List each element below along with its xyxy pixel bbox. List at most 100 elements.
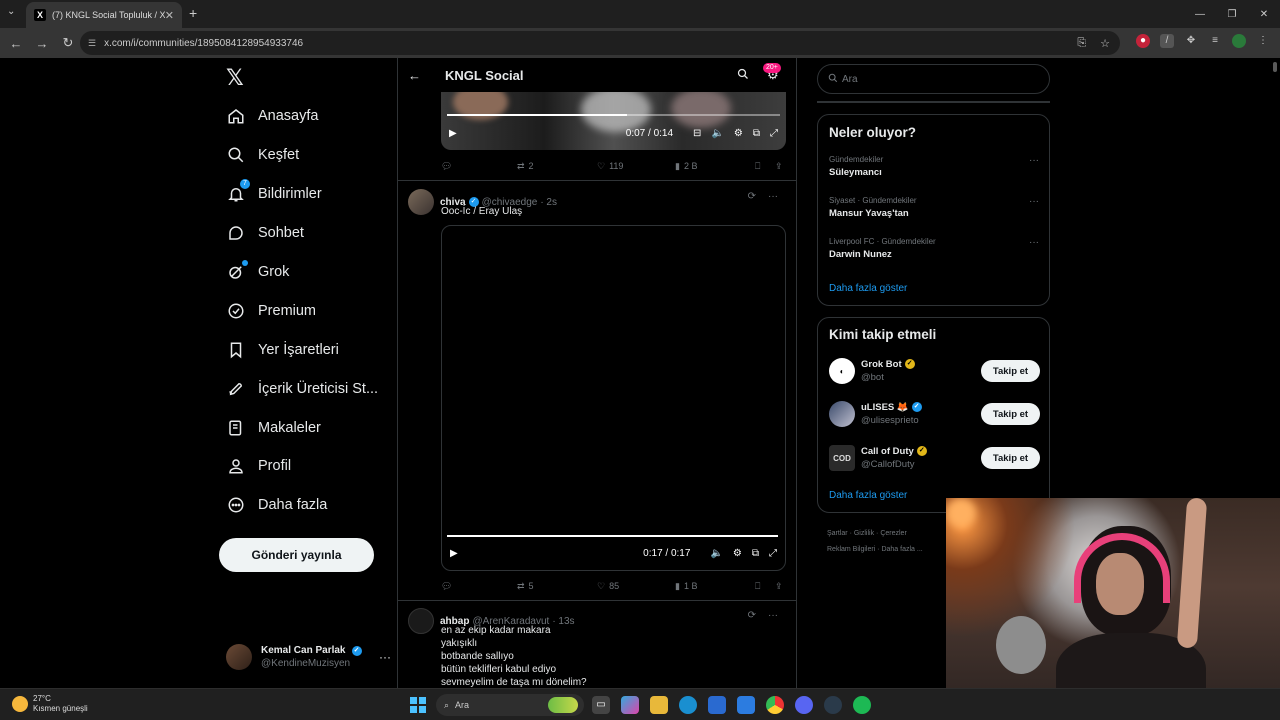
- more-icon[interactable]: ···: [768, 191, 778, 202]
- new-tab-icon[interactable]: +: [189, 5, 197, 21]
- footer-link[interactable]: Çerezler: [880, 530, 906, 537]
- like-button[interactable]: ♡ 119: [597, 161, 675, 172]
- video-progress-bar[interactable]: [447, 535, 778, 537]
- browser-tab[interactable]: X (7) KNGL Social Topluluk / X ✕: [26, 2, 182, 28]
- nav-profile[interactable]: Profil: [226, 451, 291, 481]
- more-icon[interactable]: ···: [1029, 155, 1039, 166]
- copilot-icon[interactable]: [621, 696, 639, 714]
- settings-icon[interactable]: ⚙: [733, 548, 742, 559]
- playlist-icon[interactable]: ≡: [1208, 34, 1222, 48]
- play-icon[interactable]: ▶: [450, 548, 464, 559]
- taskbar-search[interactable]: ⌕ Ara: [436, 694, 584, 716]
- trend-item[interactable]: Liverpool FC · Gündemdekiler Darwin Nune…: [829, 237, 1039, 260]
- views-button[interactable]: ▮ 1 B: [675, 581, 755, 592]
- mail-icon[interactable]: [737, 696, 755, 714]
- nav-bookmarks[interactable]: Yer İşaretleri: [226, 335, 339, 365]
- picture-in-picture-icon[interactable]: ⧉: [753, 128, 760, 139]
- footer-link[interactable]: Reklam Bilgileri: [827, 546, 875, 553]
- more-icon[interactable]: ···: [768, 610, 778, 621]
- steam-icon[interactable]: [824, 696, 842, 714]
- follow-suggestion[interactable]: COD Call of Duty ✓ @CallofDuty Takip et: [829, 443, 1040, 473]
- file-explorer-icon[interactable]: [650, 696, 668, 714]
- follow-button[interactable]: Takip et: [981, 403, 1040, 425]
- show-more-link[interactable]: Daha fazla göster: [829, 490, 907, 501]
- footer-link[interactable]: Şartlar: [827, 530, 848, 537]
- x-logo[interactable]: 𝕏: [226, 66, 244, 91]
- restore-icon[interactable]: ❐: [1216, 0, 1248, 28]
- reply-icon[interactable]: 💬︎: [441, 581, 517, 592]
- share-icon[interactable]: ⇪: [775, 581, 783, 592]
- grok-icon[interactable]: ⟳: [748, 191, 756, 202]
- search-input[interactable]: Ara: [817, 64, 1050, 94]
- account-switcher[interactable]: Kemal Can Parlak ✓ @KendineMuzisyen ···: [226, 642, 391, 672]
- minimize-icon[interactable]: —: [1184, 0, 1216, 28]
- follow-suggestion[interactable]: ◐ Grok Bot ✓ @bot Takip et: [829, 356, 1040, 386]
- menu-icon[interactable]: ⋮: [1256, 34, 1270, 48]
- trend-item[interactable]: Gündemdekiler Süleymancı ···: [829, 155, 1039, 178]
- volume-icon[interactable]: 🔈: [710, 548, 722, 559]
- reload-icon[interactable]: ↻: [56, 31, 80, 55]
- post-button[interactable]: Gönderi yayınla: [219, 538, 374, 572]
- profile-icon[interactable]: [1232, 34, 1246, 48]
- footer-link[interactable]: Gizlilik: [854, 530, 874, 537]
- more-icon[interactable]: ···: [379, 650, 391, 664]
- address-bar[interactable]: ☰ x.com/i/communities/189508412895493374…: [80, 31, 1120, 55]
- avatar[interactable]: [408, 608, 434, 634]
- site-info-icon[interactable]: ☰: [88, 38, 96, 49]
- play-icon[interactable]: ▶: [449, 128, 463, 139]
- extensions-icon[interactable]: ✥: [1184, 34, 1198, 48]
- nav-home[interactable]: Anasayfa: [226, 101, 318, 131]
- views-button[interactable]: ▮ 2 B: [675, 161, 755, 172]
- like-button[interactable]: ♡ 85: [597, 581, 675, 592]
- weather-widget[interactable]: 27°C Kısmen güneşli: [12, 694, 88, 714]
- show-more-link[interactable]: Daha fazla göster: [829, 283, 907, 294]
- bookmark-star-icon[interactable]: ☆: [1100, 37, 1110, 50]
- share-icon[interactable]: ⇪: [775, 161, 783, 172]
- footer-link[interactable]: Daha fazla ...: [881, 546, 922, 553]
- close-window-icon[interactable]: ✕: [1248, 0, 1280, 28]
- fullscreen-icon[interactable]: ⤢: [769, 548, 777, 559]
- follow-suggestion[interactable]: uLISES 🦊 ✓ @ulisesprieto Takip et: [829, 399, 1040, 429]
- nav-chat[interactable]: Sohbet: [226, 218, 304, 248]
- follow-button[interactable]: Takip et: [981, 447, 1040, 469]
- spotify-icon[interactable]: [853, 696, 871, 714]
- chrome-icon[interactable]: [766, 696, 784, 714]
- trend-item[interactable]: Siyaset · Gündemdekiler Mansur Yavaş'tan…: [829, 196, 1039, 219]
- nav-premium[interactable]: Premium: [226, 296, 316, 326]
- repost-button[interactable]: ⇄ 5: [517, 581, 597, 592]
- reply-icon[interactable]: 💬︎: [441, 161, 517, 172]
- bookmark-icon[interactable]: ⎕: [755, 161, 775, 172]
- grok-icon[interactable]: ⟳: [748, 610, 756, 621]
- nav-articles[interactable]: Makaleler: [226, 413, 321, 443]
- more-icon[interactable]: ···: [1029, 196, 1039, 207]
- forward-icon[interactable]: →: [30, 31, 54, 55]
- extension-red-icon[interactable]: ●: [1136, 34, 1150, 48]
- windows-start-icon[interactable]: [410, 697, 426, 713]
- nav-grok[interactable]: Grok: [226, 257, 289, 287]
- bookmark-icon[interactable]: ⎕: [755, 581, 775, 592]
- fullscreen-icon[interactable]: ⤢: [770, 128, 778, 139]
- picture-in-picture-icon[interactable]: ⧉: [752, 548, 759, 559]
- follow-button[interactable]: Takip et: [981, 360, 1040, 382]
- avatar[interactable]: [408, 189, 434, 215]
- settings-icon[interactable]: ⚙: [734, 128, 743, 139]
- nav-notifications[interactable]: 7 Bildirimler: [226, 179, 322, 209]
- task-view-icon[interactable]: ▭: [592, 696, 610, 714]
- install-icon[interactable]: ⎘: [1077, 37, 1086, 50]
- video-player[interactable]: ▶ 0:17 / 0:17 🔈 ⚙ ⧉ ⤢: [441, 225, 786, 571]
- video-player[interactable]: ▶ 0:07 / 0:14 ⊟ 🔈 ⚙ ⧉ ⤢: [441, 92, 786, 150]
- video-progress-bar[interactable]: [447, 114, 780, 116]
- captions-icon[interactable]: ⊟: [693, 128, 701, 139]
- nav-explore[interactable]: Keşfet: [226, 140, 299, 170]
- scrollbar-thumb[interactable]: [1273, 62, 1277, 72]
- repost-button[interactable]: ⇄ 2: [517, 161, 597, 172]
- volume-icon[interactable]: 🔈: [711, 128, 723, 139]
- post-time[interactable]: · 2s: [540, 197, 557, 208]
- back-icon[interactable]: ←: [4, 31, 28, 55]
- edge-icon[interactable]: [679, 696, 697, 714]
- extension-slash-icon[interactable]: /: [1160, 34, 1174, 48]
- store-icon[interactable]: [708, 696, 726, 714]
- nav-more[interactable]: Daha fazla: [226, 490, 327, 520]
- more-icon[interactable]: ···: [1029, 237, 1039, 248]
- tab-list-icon[interactable]: ⌄: [7, 6, 15, 17]
